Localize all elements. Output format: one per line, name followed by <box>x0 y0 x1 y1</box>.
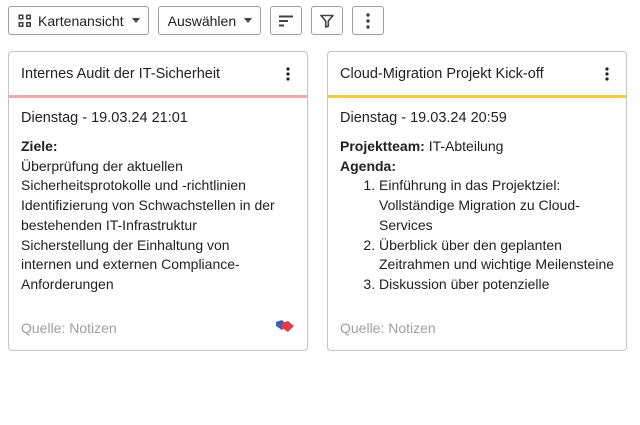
goals-label: Ziele: <box>21 138 58 154</box>
card-header: Cloud-Migration Projekt Kick-off <box>328 52 626 95</box>
view-mode-button[interactable]: Kartenansicht <box>8 6 149 35</box>
select-button[interactable]: Auswählen <box>157 6 262 35</box>
card-content: Projektteam: IT-Abteilung Agenda: Einfüh… <box>340 137 614 304</box>
agenda-item: Diskussion über potenzielle <box>379 275 614 295</box>
toolbar: Kartenansicht Auswählen <box>8 6 385 36</box>
source-label: Quelle: Notizen <box>340 320 436 336</box>
card-accent-bar <box>9 95 307 98</box>
note-card[interactable]: Internes Audit der IT-Sicherheit Diensta… <box>8 51 308 351</box>
card-title: Internes Audit der IT-Sicherheit <box>21 65 221 82</box>
content-line: Identifizierung von Schwachstellen in de… <box>21 197 275 214</box>
card-date: Dienstag - 19.03.24 20:59 <box>340 110 507 126</box>
card-title: Cloud-Migration Projekt Kick-off <box>340 65 544 82</box>
card-header: Internes Audit der IT-Sicherheit <box>9 52 307 95</box>
card-footer: Quelle: Notizen <box>21 318 295 338</box>
card-footer: Quelle: Notizen <box>340 318 614 338</box>
agenda-item: Einführung in das Projektziel: Vollständ… <box>379 176 614 235</box>
card-date: Dienstag - 19.03.24 21:01 <box>21 110 188 126</box>
filter-icon <box>320 14 334 28</box>
card-menu-icon[interactable] <box>279 63 297 85</box>
agenda-label: Agenda: <box>340 157 396 174</box>
chevron-down-icon <box>244 18 253 23</box>
agenda-list: Einführung in das Projektziel: Vollständ… <box>365 176 614 294</box>
sort-icon <box>278 15 294 27</box>
content-line: internen und externen Compliance- <box>21 256 240 273</box>
agenda-item: Überblick über den geplanten Zeitrahmen … <box>379 236 614 275</box>
source-label: Quelle: Notizen <box>21 320 117 336</box>
card-accent-bar <box>328 95 626 98</box>
more-options-button[interactable] <box>352 6 385 35</box>
content-line: Sicherstellung der Einhaltung von <box>21 236 230 253</box>
content-line: Überprüfung der aktuellen <box>21 157 183 174</box>
chevron-down-icon <box>131 18 140 23</box>
filter-button[interactable] <box>311 6 344 35</box>
select-label: Auswählen <box>167 12 237 29</box>
content-line: bestehenden IT-Infrastruktur <box>21 216 197 233</box>
view-mode-label: Kartenansicht <box>38 12 124 29</box>
tags-icon[interactable] <box>275 319 295 338</box>
grid-view-icon <box>18 14 32 28</box>
note-card[interactable]: Cloud-Migration Projekt Kick-off Diensta… <box>327 51 627 351</box>
content-line: Sicherheitsprotokolle und -richtlinien <box>21 177 246 194</box>
content-line: Anforderungen <box>21 275 114 292</box>
card-menu-icon[interactable] <box>598 63 616 85</box>
sort-button[interactable] <box>270 6 303 35</box>
team-value: IT-Abteilung <box>428 138 504 154</box>
more-vert-icon <box>366 12 370 29</box>
team-label: Projektteam: <box>340 138 425 154</box>
card-content: Ziele: Überprüfung der aktuellen Sicherh… <box>21 137 295 304</box>
